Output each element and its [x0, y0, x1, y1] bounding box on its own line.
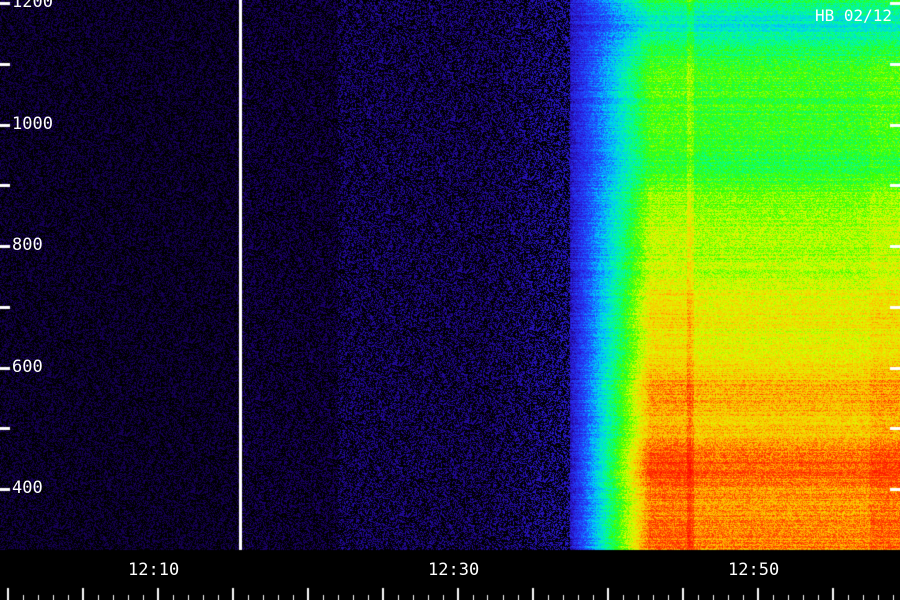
- y-tick-label: 800: [12, 235, 43, 255]
- x-tick-label: 12:50: [728, 560, 780, 580]
- y-tick-label: 400: [12, 478, 43, 498]
- x-tick-label: 12:10: [128, 560, 180, 580]
- x-tick-label: 12:30: [428, 560, 480, 580]
- y-tick-label: 600: [12, 357, 43, 377]
- spectrogram-plot: [0, 0, 900, 600]
- y-tick-label: 1000: [12, 114, 53, 134]
- y-tick-label: 1200: [12, 0, 53, 12]
- plot-annotation: HB 02/12: [814, 6, 892, 25]
